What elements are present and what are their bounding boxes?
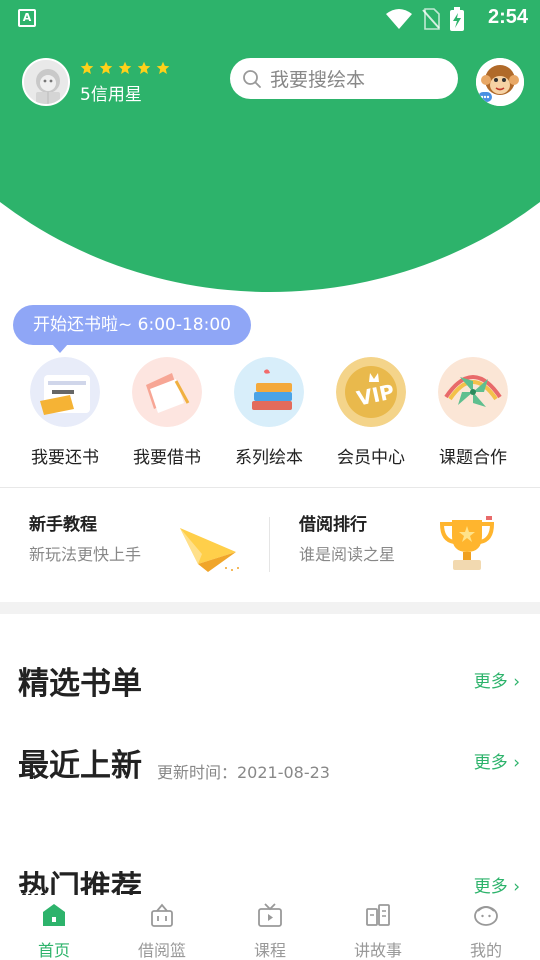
tooltip-arrow	[52, 344, 68, 353]
wifi-icon	[386, 9, 412, 29]
hero-background	[0, 0, 540, 292]
nav-label: 借阅篮	[137, 941, 186, 960]
card-divider	[269, 517, 270, 572]
customer-service-button[interactable]	[476, 58, 524, 106]
pinwheel-icon	[438, 357, 508, 427]
search-bar[interactable]: 我要搜绘本	[230, 58, 458, 99]
no-sim-icon	[422, 8, 440, 30]
star-icon	[80, 61, 94, 74]
quick-label: 会员中心	[337, 448, 405, 468]
quick-vip-center[interactable]: VIP 会员中心	[319, 357, 423, 468]
borrow-book-icon	[132, 357, 202, 427]
quick-return-book[interactable]: 我要还书	[13, 357, 117, 468]
quick-book-series[interactable]: 系列绘本	[217, 357, 321, 468]
star-icon	[99, 61, 113, 74]
star-icon	[137, 61, 151, 74]
nav-profile[interactable]: 我的	[432, 895, 540, 960]
update-time: 更新时间：2021-08-23	[157, 763, 330, 782]
search-icon	[243, 69, 261, 88]
home-screen: A 2:54 5信用星 我要搜绘本 开始还书啦~ 6:00-18:00 我要还书…	[0, 0, 540, 960]
paper-plane-icon	[180, 528, 239, 572]
story-book-icon	[366, 904, 390, 926]
featured-more-link[interactable]: 更多 ›	[474, 667, 520, 692]
more-label: 更多	[473, 672, 508, 692]
recent-title: 最近上新	[18, 748, 142, 784]
return-book-icon	[30, 357, 100, 427]
status-time: 2:54	[487, 6, 528, 28]
more-label: 更多	[473, 877, 508, 897]
basket-icon	[151, 903, 173, 927]
quick-label: 课题合作	[439, 448, 507, 468]
chevron-right-icon: ›	[513, 753, 520, 773]
monkey-mascot-icon	[476, 58, 524, 106]
quick-borrow-book[interactable]: 我要借书	[115, 357, 219, 468]
divider	[0, 487, 540, 488]
chevron-right-icon: ›	[513, 672, 520, 692]
return-time-tooltip: 开始还书啦~ 6:00-18:00	[13, 305, 251, 345]
star-icon	[156, 61, 170, 74]
quick-label: 我要借书	[133, 448, 201, 468]
quick-label: 我要还书	[31, 448, 99, 468]
recent-more-link[interactable]: 更多 ›	[474, 748, 520, 773]
quick-label: 系列绘本	[235, 448, 303, 468]
quick-menu: 我要还书 我要借书 系列绘本 VIP 会员中心 课题合作	[0, 357, 540, 477]
star-icon	[118, 61, 132, 74]
credit-stars	[80, 61, 170, 75]
vip-icon: VIP	[336, 357, 406, 427]
battery-charging-icon	[450, 7, 464, 31]
nav-storytelling[interactable]: 讲故事	[324, 895, 432, 960]
tv-icon	[258, 903, 282, 927]
featured-title: 精选书单	[18, 666, 142, 702]
nav-label: 课程	[253, 941, 286, 960]
nav-label: 首页	[37, 941, 70, 960]
nav-label: 讲故事	[353, 941, 402, 960]
search-placeholder: 我要搜绘本	[270, 69, 366, 91]
section-gap	[0, 602, 540, 614]
nav-home[interactable]: 首页	[0, 895, 108, 960]
hot-more-link[interactable]: 更多 ›	[474, 872, 520, 897]
nav-label: 我的	[469, 941, 502, 960]
home-icon	[43, 904, 65, 926]
header-hero: A 2:54 5信用星 我要搜绘本	[0, 0, 540, 300]
status-bar: A 2:54	[0, 0, 540, 36]
quick-project-cooperation[interactable]: 课题合作	[421, 357, 525, 468]
nav-courses[interactable]: 课程	[216, 895, 324, 960]
credit-text: 5信用星	[80, 85, 142, 105]
chevron-right-icon: ›	[513, 877, 520, 897]
monkey-profile-icon	[474, 906, 498, 926]
more-label: 更多	[473, 753, 508, 773]
book-series-icon	[234, 357, 304, 427]
user-avatar[interactable]	[22, 58, 70, 106]
trophy-icon	[439, 516, 495, 570]
bottom-nav: 首页 借阅篮 课程 讲故事 我的	[0, 895, 540, 960]
status-icons	[386, 7, 464, 31]
app-notification-icon: A	[18, 9, 36, 27]
nav-borrow-basket[interactable]: 借阅篮	[108, 895, 216, 960]
